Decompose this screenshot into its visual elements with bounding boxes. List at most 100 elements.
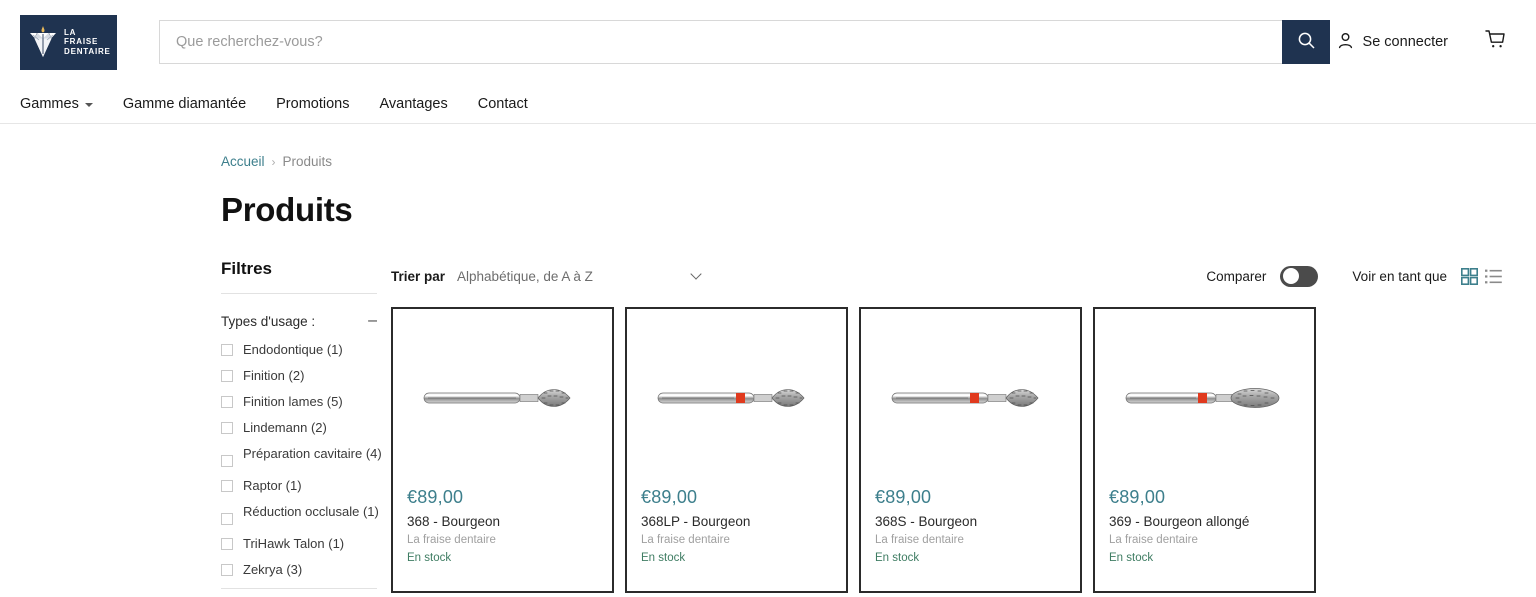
filter-label: TriHawk Talon (1) <box>243 536 344 551</box>
brand-line-1: LA <box>64 28 76 37</box>
search-icon <box>1297 31 1316 53</box>
grid-view-icon[interactable] <box>1461 268 1478 285</box>
product-stock-status: En stock <box>641 552 832 564</box>
facet-label: Types d'usage : <box>221 314 315 329</box>
product-vendor: La fraise dentaire <box>1109 534 1300 546</box>
list-view-icon[interactable] <box>1485 268 1502 285</box>
product-price: €89,00 <box>875 487 1066 508</box>
product-image <box>393 309 612 487</box>
filters-sidebar: Filtres Types d'usage : – Endodontique (… <box>221 259 376 593</box>
checkbox[interactable] <box>221 538 233 550</box>
cart-button[interactable] <box>1484 29 1506 55</box>
filter-label: Finition (2) <box>243 368 304 383</box>
dental-bur-illustration <box>654 381 819 415</box>
checkbox[interactable] <box>221 422 233 434</box>
product-image <box>1095 309 1314 487</box>
filter-option[interactable]: Lindemann (2) <box>221 420 383 435</box>
product-info: €89,00 368LP - Bourgeon La fraise dentai… <box>627 487 846 564</box>
facet-types-usage-header[interactable]: Types d'usage : – <box>221 313 377 329</box>
filter-label: Lindemann (2) <box>243 420 327 435</box>
breadcrumb: Accueil › Produits <box>221 154 1516 169</box>
product-card[interactable]: €89,00 368 - Bourgeon La fraise dentaire… <box>391 307 614 593</box>
product-name[interactable]: 369 - Bourgeon allongé <box>1109 514 1300 529</box>
nav-item-gamme-diamantee[interactable]: Gamme diamantée <box>123 96 246 112</box>
filter-option[interactable]: Préparation cavitaire (4) <box>221 446 383 467</box>
filter-option[interactable]: Réduction occlusale (1) <box>221 504 383 525</box>
dental-bur-illustration <box>420 381 585 415</box>
page-container: Accueil › Produits Produits Filtres Type… <box>0 154 1536 593</box>
page-content: Filtres Types d'usage : – Endodontique (… <box>221 259 1516 593</box>
dental-bur-illustration <box>888 381 1053 415</box>
product-vendor: La fraise dentaire <box>875 534 1066 546</box>
login-link[interactable]: Se connecter <box>1336 31 1448 54</box>
checkbox[interactable] <box>221 370 233 382</box>
filter-option[interactable]: Raptor (1) <box>221 478 383 493</box>
product-card[interactable]: €89,00 368LP - Bourgeon La fraise dentai… <box>625 307 848 593</box>
toolbar-right: Comparer Voir en tant que <box>1206 266 1516 287</box>
compare-label: Comparer <box>1206 269 1266 284</box>
search-button[interactable] <box>1282 20 1330 64</box>
product-image <box>861 309 1080 487</box>
nav-item-avantages[interactable]: Avantages <box>379 96 447 112</box>
filter-label: Raptor (1) <box>243 478 302 493</box>
product-name[interactable]: 368LP - Bourgeon <box>641 514 832 529</box>
site-header: LA FRAISE DENTAIRE Se connecter <box>0 0 1536 84</box>
product-card[interactable]: €89,00 369 - Bourgeon allongé La fraise … <box>1093 307 1316 593</box>
filters-divider <box>221 293 377 294</box>
nav-item-promotions[interactable]: Promotions <box>276 96 349 112</box>
product-vendor: La fraise dentaire <box>407 534 598 546</box>
brand-logo[interactable]: LA FRAISE DENTAIRE <box>20 15 117 70</box>
nav-item-contact[interactable]: Contact <box>478 96 528 112</box>
view-as-label: Voir en tant que <box>1352 269 1447 284</box>
filter-label: Préparation cavitaire (4) <box>243 446 382 461</box>
filter-label: Zekrya (3) <box>243 562 302 577</box>
filter-option[interactable]: Finition (2) <box>221 368 383 383</box>
compare-toggle[interactable] <box>1280 266 1318 287</box>
nav-label: Avantages <box>379 96 447 112</box>
breadcrumb-current: Produits <box>283 154 333 169</box>
chevron-down-icon <box>690 268 701 279</box>
search-input[interactable] <box>159 20 1282 64</box>
checkbox[interactable] <box>221 564 233 576</box>
product-name[interactable]: 368S - Bourgeon <box>875 514 1066 529</box>
nav-item-gammes[interactable]: Gammes <box>20 96 93 112</box>
product-vendor: La fraise dentaire <box>641 534 832 546</box>
product-info: €89,00 369 - Bourgeon allongé La fraise … <box>1095 487 1314 564</box>
sort-select[interactable]: Alphabétique, de A à Z <box>457 269 700 284</box>
page-title: Produits <box>221 191 1516 229</box>
product-price: €89,00 <box>407 487 598 508</box>
nav-label: Contact <box>478 96 528 112</box>
checkbox[interactable] <box>221 396 233 408</box>
filters-heading: Filtres <box>221 259 376 279</box>
cart-icon <box>1484 29 1506 55</box>
brand-line-3: DENTAIRE <box>64 47 111 56</box>
user-icon <box>1336 31 1355 54</box>
login-label: Se connecter <box>1363 34 1448 50</box>
checkbox[interactable] <box>221 480 233 492</box>
filter-label: Réduction occlusale (1) <box>243 504 379 519</box>
chevron-down-icon <box>85 103 93 107</box>
checkbox[interactable] <box>221 455 233 467</box>
filter-option[interactable]: TriHawk Talon (1) <box>221 536 383 551</box>
product-card[interactable]: €89,00 368S - Bourgeon La fraise dentair… <box>859 307 1082 593</box>
product-name[interactable]: 368 - Bourgeon <box>407 514 598 529</box>
filter-option[interactable]: Endodontique (1) <box>221 342 383 357</box>
products-toolbar: Trier par Alphabétique, de A à Z Compare… <box>391 259 1516 293</box>
filter-option[interactable]: Finition lames (5) <box>221 394 383 409</box>
checkbox[interactable] <box>221 344 233 356</box>
breadcrumb-home[interactable]: Accueil <box>221 154 265 169</box>
main-navigation: Gammes Gamme diamantée Promotions Avanta… <box>0 84 1536 124</box>
product-stock-status: En stock <box>875 552 1066 564</box>
facet-divider <box>221 588 377 589</box>
product-info: €89,00 368S - Bourgeon La fraise dentair… <box>861 487 1080 564</box>
filter-option[interactable]: Zekrya (3) <box>221 562 383 577</box>
nav-label: Gammes <box>20 96 79 112</box>
breadcrumb-separator: › <box>272 155 276 169</box>
product-price: €89,00 <box>641 487 832 508</box>
product-grid: €89,00 368 - Bourgeon La fraise dentaire… <box>391 307 1516 593</box>
diamond-icon <box>26 24 60 60</box>
checkbox[interactable] <box>221 513 233 525</box>
product-info: €89,00 368 - Bourgeon La fraise dentaire… <box>393 487 612 564</box>
filter-label: Endodontique (1) <box>243 342 343 357</box>
product-stock-status: En stock <box>407 552 598 564</box>
